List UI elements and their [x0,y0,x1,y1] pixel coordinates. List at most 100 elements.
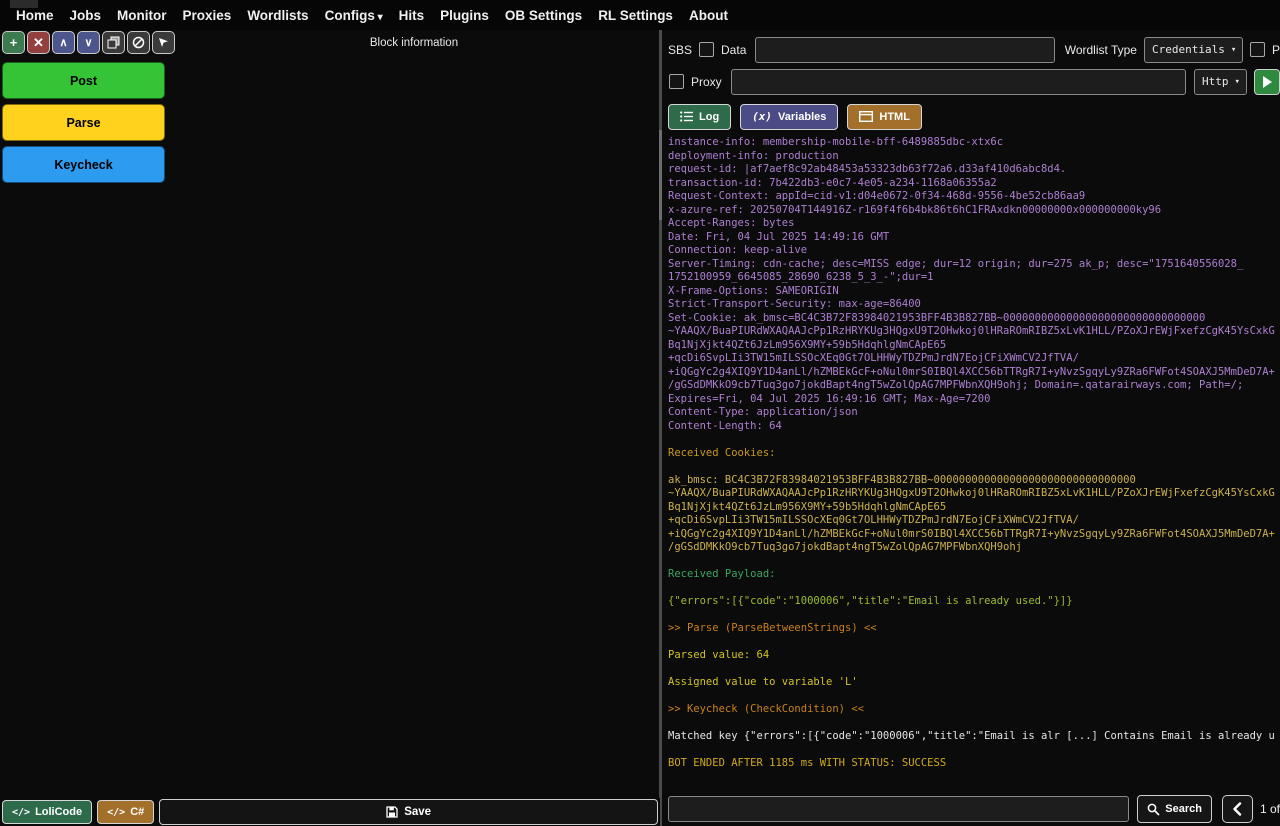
nav-item-wordlists[interactable]: Wordlists [247,8,308,23]
log-line: Content-Length: 64 [668,419,782,432]
log-line: Connection: keep-alive [668,244,808,256]
block-toolbar: + ✕ ∧ ∨ [2,31,175,54]
log-line: +qcDi6SvpLIi3TW15mILSSOcXEq0Gt7OLHHWyTDZ… [668,352,1079,364]
block-information-title: Block information [369,37,459,49]
data-label: Data [721,42,747,57]
log-line: Received Payload: [668,568,776,580]
nav-item-rl-settings[interactable]: RL Settings [598,8,673,23]
log-line: Bq1NjXjkt4QZt6JzLm956X9MY+59b5HdqhlgNmCA… [668,338,947,351]
nav-item-hits[interactable]: Hits [399,8,425,23]
nav-item-proxies[interactable]: Proxies [183,8,232,23]
log-line: Server-Timing: cdn-cache; desc=MISS edge… [668,257,1244,270]
debugger-panel: SBS Data Wordlist Type Credentials ▾ P P… [664,30,1280,826]
log-line: +qcDi6SvpLIi3TW15mILSSOcXEq0Gt7OLHHWyTDZ… [668,514,1079,526]
log-line: instance-info: membership-mobile-bff-648… [668,136,1004,148]
search-button[interactable]: Search [1137,795,1212,823]
log-line: {"errors":[{"code":"1000006","title":"Em… [668,595,1073,607]
view-switch-row: Log (x) Variables HTML [668,103,1280,130]
editor-bar: </> LoliCode </> C# Save [0,798,660,826]
wordlist-type-select[interactable]: Credentials ▾ [1143,36,1243,63]
sbs-label: SBS [668,42,693,57]
log-line: Request-Context: appId=cid-v1:d04e0672-0… [668,190,1086,202]
log-blank-line [668,609,1280,623]
log-line: Bq1NjXjkt4QZt6JzLm956X9MY+59b5HdqhlgNmCA… [668,500,947,513]
previous-match-button[interactable] [1221,795,1253,823]
right-edge-checkbox[interactable] [1249,42,1265,57]
log-line: Date: Fri, 04 Jul 2025 14:49:16 GMT [668,230,890,243]
log-line: /gGSdDMKkO9cb7Tuq3go7jokdBapt4ngT5wZolQp… [668,541,1023,553]
proxy-checkbox[interactable] [669,74,684,89]
block-list: Post Parse Keycheck [2,62,165,183]
block-item-keycheck[interactable]: Keycheck [2,146,165,183]
lolicode-tab-button[interactable]: </> LoliCode [2,800,93,824]
log-line: Received Cookies: [668,446,776,459]
add-block-button[interactable]: + [2,31,25,54]
code-icon: </> [12,806,31,818]
nav-item-plugins[interactable]: Plugins [440,8,489,23]
move-block-down-button[interactable]: ∨ [77,31,100,54]
chevron-left-icon [1233,802,1242,816]
log-line: X-Frame-Options: SAMEORIGIN [668,284,839,297]
nav-item-about[interactable]: About [689,8,728,23]
save-button[interactable]: Save [159,799,658,825]
chevron-down-icon: ▾ [1230,44,1237,55]
disable-block-button[interactable] [127,31,150,54]
copy-icon [107,36,120,49]
log-line: Strict-Transport-Security: max-age=86400 [668,298,921,310]
log-line: transaction-id: 7b422db3-e0c7-4e05-a234-… [668,176,997,189]
log-line: ~YAAQX/BuaPIURdWXAQAAJcPp1RzHRYKUg3HQgxU… [668,487,1275,499]
log-line: Set-Cookie: ak_bmsc=BC4C3B72F83984021953… [668,311,1206,324]
log-search-input[interactable] [668,796,1130,822]
play-icon [1262,75,1272,88]
variables-button-label: Variables [778,110,827,123]
log-blank-line [668,717,1280,731]
plus-icon: + [9,35,18,50]
remove-block-button[interactable]: ✕ [27,31,50,54]
wordlist-type-label: Wordlist Type [1064,42,1137,57]
log-line: x-azure-ref: 20250704T144916Z-r169f4f6b4… [668,203,1162,216]
search-icon [1147,803,1160,816]
csharp-tab-button[interactable]: </> C# [97,800,155,824]
log-line: >> Keycheck (CheckCondition) << [668,703,864,715]
data-row: SBS Data Wordlist Type Credentials ▾ P [668,36,1280,63]
log-blank-line [668,460,1280,474]
chevron-up-icon: ∧ [59,37,68,49]
log-line: Matched key {"errors":[{"code":"1000006"… [668,730,1275,742]
log-line: Content-Type: application/json [668,406,858,418]
panel-divider[interactable] [659,30,662,826]
nav-item-configs[interactable]: Configs ▾ [325,8,383,23]
save-button-label: Save [404,806,432,818]
proxy-type-select[interactable]: Http ▾ [1194,68,1247,95]
start-debugger-button[interactable] [1254,68,1280,95]
html-view-button[interactable]: HTML [847,103,922,130]
data-input[interactable] [755,36,1055,63]
chevron-down-icon: ∨ [84,37,93,49]
chevron-down-icon: ▾ [374,11,383,23]
nav-item-home[interactable]: Home [16,8,54,23]
clone-block-button[interactable] [102,31,125,54]
log-blank-line [668,744,1280,758]
log-blank-line [668,663,1280,677]
scrollbar-thumb[interactable] [659,130,662,220]
top-nav: Home Jobs Monitor Proxies Wordlists Configs ▾… [0,0,1280,30]
html-button-label: HTML [879,110,910,123]
debug-log[interactable]: instance-info: membership-mobile-bff-648… [668,134,1280,792]
log-line: 1752100959_6645085_28690_6238_5_3_-";dur… [668,271,934,283]
block-item-post[interactable]: Post [2,62,165,99]
list-icon [680,111,693,122]
variables-view-button[interactable]: (x) Variables [740,103,839,130]
log-view-button[interactable]: Log [668,103,732,130]
proxy-input[interactable] [730,68,1186,95]
nav-item-monitor[interactable]: Monitor [117,8,167,23]
move-block-up-button[interactable]: ∧ [52,31,75,54]
block-item-parse[interactable]: Parse [2,104,165,141]
sbs-checkbox[interactable] [699,42,715,57]
log-blank-line [668,636,1280,650]
slash-circle-icon [132,36,145,49]
log-line: >> Parse (ParseBetweenStrings) << [668,622,877,634]
proxy-type-value: Http [1202,75,1229,88]
browser-window-icon [859,111,874,122]
nav-item-jobs[interactable]: Jobs [70,8,102,23]
right-edge-label: P [1271,42,1280,57]
nav-item-ob-settings[interactable]: OB Settings [505,8,582,23]
